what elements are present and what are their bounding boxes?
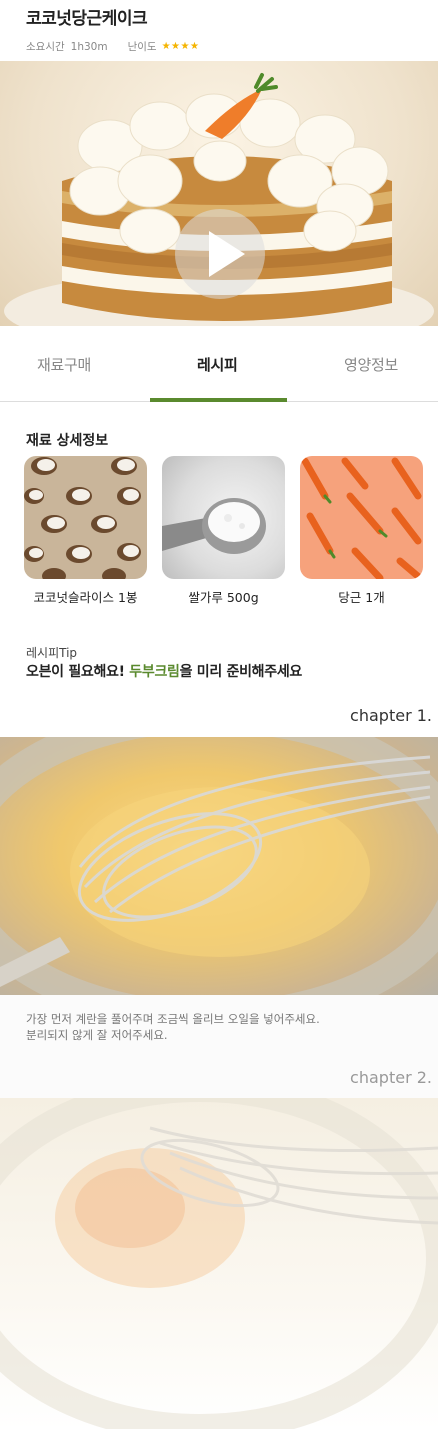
tip-text-after: 을 미리 준비해주세요 xyxy=(179,664,303,680)
difficulty-stars-icon: ★★★★ xyxy=(161,41,200,52)
ingredient-coconut[interactable]: 코코넛슬라이스 1봉 xyxy=(24,456,147,606)
recipe-title: 코코넛당근케이크 xyxy=(26,9,148,29)
tab-recipe[interactable]: 레시피 xyxy=(197,354,238,375)
play-button[interactable] xyxy=(175,209,265,299)
recipe-header: 코코넛당근케이크 소요시간 1h30m 난이도 ★★★★ xyxy=(26,8,426,54)
chapter-1-description: 가장 먼저 계란을 풀어주며 조금씩 올리브 오일을 넣어주세요. 분리되지 않… xyxy=(26,1011,320,1043)
recipe-video[interactable] xyxy=(0,61,438,326)
chapter-1-description-line1: 가장 먼저 계란을 풀어주며 조금씩 올리브 오일을 넣어주세요. xyxy=(26,1012,320,1026)
chapter-1-image xyxy=(0,737,438,995)
difficulty-label: 난이도 xyxy=(127,41,157,53)
ingredient-label: 쌀가루 500g xyxy=(188,590,259,605)
recipe-tabs: 재료구매 레시피 영양정보 xyxy=(0,326,438,402)
rice-flour-image xyxy=(162,456,285,579)
ingredient-rice-flour[interactable]: 쌀가루 500g xyxy=(162,456,285,606)
tab-purchase[interactable]: 재료구매 xyxy=(37,354,91,375)
active-tab-indicator xyxy=(150,398,287,402)
ingredient-label: 당근 1개 xyxy=(338,590,385,605)
tip-text: 오븐이 필요해요! 두부크림을 미리 준비해주세요 xyxy=(26,661,302,681)
ingredient-carrot[interactable]: 당근 1개 xyxy=(300,456,423,606)
chapter-1-description-line2: 분리되지 않게 잘 저어주세요. xyxy=(26,1028,168,1042)
time-label: 소요시간 xyxy=(26,41,65,53)
tip-highlight: 두부크림 xyxy=(129,664,180,680)
tab-nutrition[interactable]: 영양정보 xyxy=(344,354,398,375)
chapter-1-label: chapter 1. xyxy=(350,706,432,725)
tip-text-before: 오븐이 필요해요! xyxy=(26,664,130,680)
recipe-meta: 소요시간 1h30m 난이도 ★★★★ xyxy=(26,39,426,54)
carrot-image xyxy=(300,456,423,579)
chapter-2-label: chapter 2. xyxy=(350,1068,432,1087)
coconut-image xyxy=(24,456,147,579)
tip-label: 레시피Tip xyxy=(26,646,78,660)
ingredient-label: 코코넛슬라이스 1봉 xyxy=(33,590,138,605)
ingredients-title: 재료 상세정보 xyxy=(26,433,109,449)
time-value: 1h30m xyxy=(70,40,108,53)
chapter-2-image xyxy=(0,1098,438,1429)
